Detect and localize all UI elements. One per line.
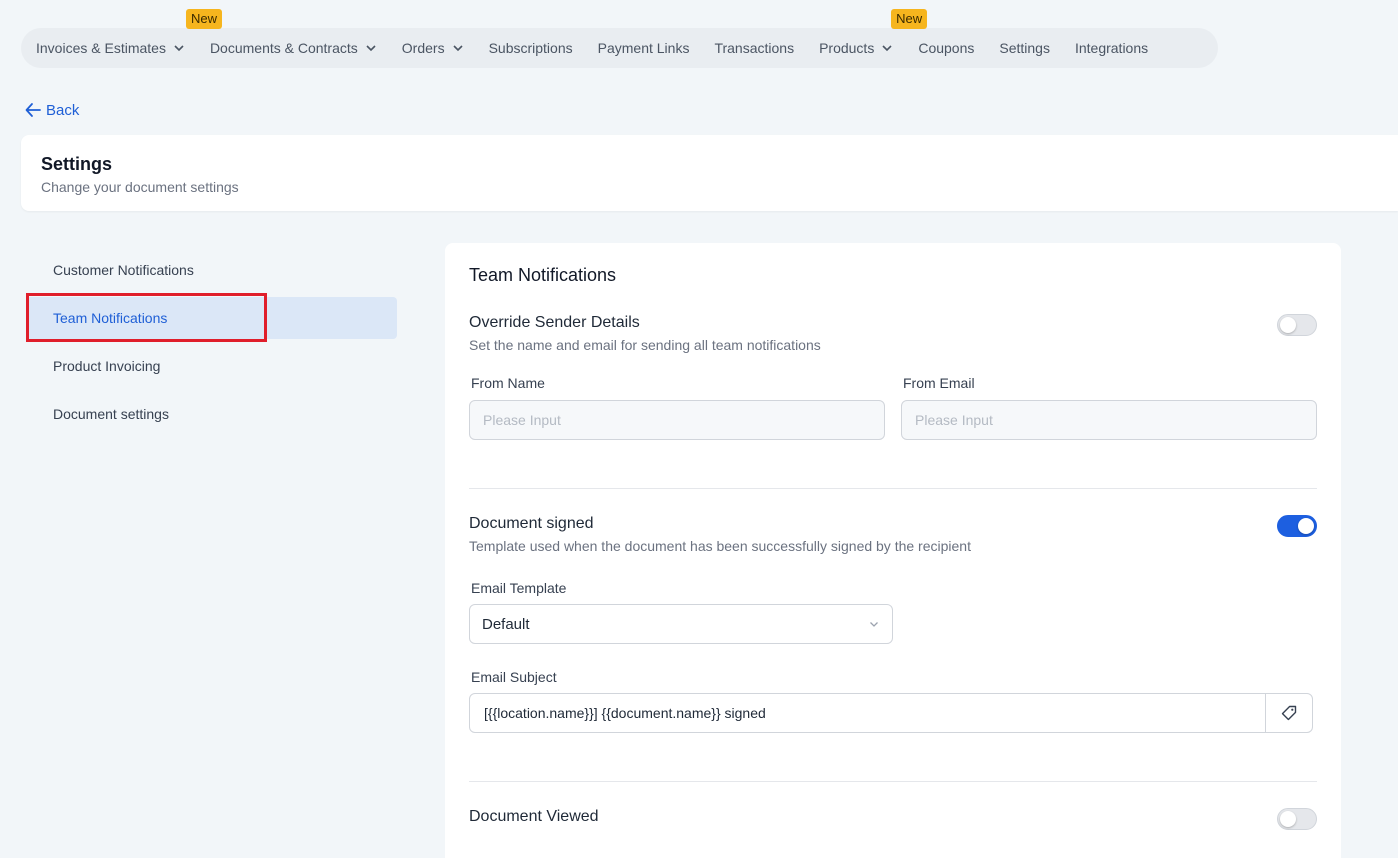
override-sender-toggle[interactable] xyxy=(1277,314,1317,336)
nav-subscriptions[interactable]: Subscriptions xyxy=(489,28,573,68)
chevron-down-icon xyxy=(174,45,184,52)
back-link[interactable]: Back xyxy=(24,101,79,119)
document-viewed-section: Document Viewed xyxy=(469,808,1317,830)
sidebar-item-product-invoicing[interactable]: Product Invoicing xyxy=(26,345,397,387)
email-template-label: Email Template xyxy=(471,580,567,596)
document-signed-toggle[interactable] xyxy=(1277,515,1317,537)
section-title: Document signed xyxy=(469,515,594,532)
override-sender-section: Override Sender Details Set the name and… xyxy=(469,314,1317,440)
chevron-down-icon xyxy=(882,45,892,52)
nav-settings[interactable]: Settings xyxy=(999,28,1050,68)
nav-label: Orders xyxy=(401,40,445,56)
page-header: Settings Change your document settings xyxy=(21,135,1398,211)
page: Invoices & Estimates New Documents & Con… xyxy=(0,0,1398,858)
section-title: Override Sender Details xyxy=(469,314,640,331)
sidebar-item-label: Product Invoicing xyxy=(53,358,161,374)
new-badge: New xyxy=(891,9,928,29)
nav-invoices-estimates[interactable]: Invoices & Estimates New xyxy=(36,9,223,68)
nav-label: Invoices & Estimates xyxy=(36,40,166,56)
nav-label: Documents & Contracts xyxy=(209,40,358,56)
from-email-label: From Email xyxy=(903,375,975,391)
document-signed-section: Document signed Template used when the d… xyxy=(469,515,1317,733)
team-notifications-panel: Team Notifications Override Sender Detai… xyxy=(445,243,1341,858)
section-description: Set the name and email for sending all t… xyxy=(469,337,821,353)
page-title: Settings xyxy=(41,154,113,174)
panel-title: Team Notifications xyxy=(469,265,617,285)
nav-integrations[interactable]: Integrations xyxy=(1075,28,1148,68)
from-email-placeholder: Please Input xyxy=(915,412,993,428)
sidebar-item-document-settings[interactable]: Document settings xyxy=(26,393,397,435)
arrow-left-icon xyxy=(25,103,41,117)
chevron-down-icon xyxy=(453,45,463,52)
email-subject-field[interactable]: [{{location.name}}] {{document.name}} si… xyxy=(469,693,1313,733)
nav-coupons[interactable]: Coupons xyxy=(918,28,974,68)
from-name-placeholder: Please Input xyxy=(483,412,561,428)
chevron-down-icon xyxy=(870,622,878,627)
insert-tag-button[interactable] xyxy=(1265,694,1312,732)
section-title: Document Viewed xyxy=(469,808,599,825)
toggle-knob xyxy=(1280,811,1296,827)
from-email-input[interactable]: Please Input xyxy=(901,400,1317,440)
document-viewed-toggle[interactable] xyxy=(1277,808,1317,830)
sidebar-item-customer-notifications[interactable]: Customer Notifications xyxy=(26,249,397,291)
nav-label: Products xyxy=(819,40,875,56)
nav-label: Integrations xyxy=(1074,40,1149,56)
sidebar-item-label: Document settings xyxy=(53,406,169,422)
nav-label: Transactions xyxy=(714,40,795,56)
top-nav: Invoices & Estimates New Documents & Con… xyxy=(21,9,1218,68)
tag-icon xyxy=(1281,705,1297,721)
page-subtitle: Change your document settings xyxy=(41,179,239,195)
back-label: Back xyxy=(46,101,80,119)
chevron-down-icon xyxy=(366,45,376,52)
email-subject-value: [{{location.name}}] {{document.name}} si… xyxy=(484,705,766,721)
new-badge: New xyxy=(185,9,223,29)
nav-payment-links[interactable]: Payment Links xyxy=(598,28,690,68)
email-template-value: Default xyxy=(482,615,530,633)
sidebar-item-label: Team Notifications xyxy=(53,310,168,326)
nav-orders[interactable]: Orders xyxy=(402,28,464,68)
nav-transactions[interactable]: Transactions xyxy=(714,28,794,68)
nav-label: Subscriptions xyxy=(488,40,573,56)
from-name-label: From Name xyxy=(471,375,545,391)
nav-label: Payment Links xyxy=(597,40,690,56)
sidebar-item-team-notifications[interactable]: Team Notifications xyxy=(26,297,397,339)
sidebar-item-label: Customer Notifications xyxy=(53,262,194,278)
section-divider xyxy=(469,781,1317,782)
settings-sidebar: Customer Notifications Team Notification… xyxy=(26,249,397,441)
toggle-knob xyxy=(1280,317,1296,333)
section-divider xyxy=(469,488,1317,489)
from-name-input[interactable]: Please Input xyxy=(469,400,885,440)
nav-products[interactable]: Products New xyxy=(819,9,928,68)
email-template-select[interactable]: Default xyxy=(469,604,893,644)
section-description: Template used when the document has been… xyxy=(469,538,971,554)
email-subject-label: Email Subject xyxy=(471,669,557,685)
nav-label: Coupons xyxy=(918,40,975,56)
nav-documents-contracts[interactable]: Documents & Contracts xyxy=(210,28,377,68)
nav-label: Settings xyxy=(999,40,1050,56)
toggle-knob xyxy=(1298,518,1314,534)
